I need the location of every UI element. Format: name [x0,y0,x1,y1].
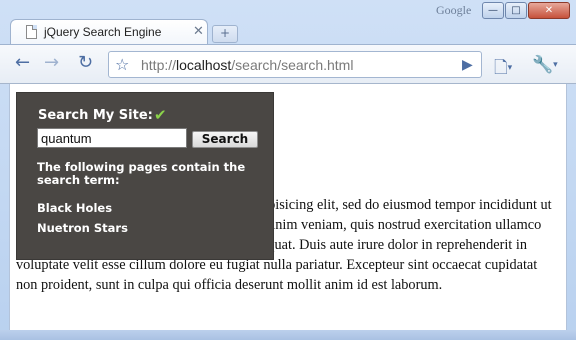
back-arrow-icon[interactable]: ← [15,53,30,73]
tab-close-icon[interactable]: ✕ [193,24,204,39]
maximize-button[interactable]: □ [505,2,527,19]
checkmark-icon: ✔ [154,106,167,124]
url-scheme: http:// [141,57,177,73]
wrench-icon[interactable]: 🔧▾ [532,55,558,75]
url-text[interactable]: http://localhost/search/search.html [141,57,353,73]
window-bottom-frame [0,330,576,340]
search-panel-title: Search My Site: [38,108,153,123]
url-path: /search/search.html [231,57,354,73]
close-window-button[interactable]: ✕ [528,2,570,19]
reload-icon[interactable]: ↻ [78,53,93,73]
result-link-nuetron-stars[interactable]: Nuetron Stars [37,221,128,235]
page-icon [26,25,37,39]
url-host: localhost [176,57,232,73]
search-button[interactable]: Search [192,131,258,148]
browser-window: Google — □ ✕ jQuery Search Engine ✕ + ← … [0,0,576,340]
star-icon[interactable]: ☆ [115,55,129,74]
address-bar[interactable]: ☆ http://localhost/search/search.html [108,51,482,78]
minimize-button[interactable]: — [482,2,504,19]
search-input[interactable] [37,128,187,148]
result-link-black-holes[interactable]: Black Holes [37,201,112,215]
search-panel: Search My Site: ✔ Search The following p… [16,92,274,260]
chevron-down-icon: ▾ [553,60,558,70]
page-menu-glyph: 🗋 [494,58,508,78]
tab-jquery-search-engine[interactable]: jQuery Search Engine ✕ [10,19,208,45]
wrench-glyph: 🔧 [532,55,554,75]
results-heading: The following pages contain the search t… [37,160,246,187]
chevron-down-icon: ▾ [507,63,513,73]
new-tab-button[interactable]: + [212,25,238,43]
tab-title: jQuery Search Engine [44,25,162,39]
go-icon[interactable]: ▶ [462,57,473,73]
page-menu-icon[interactable]: 🗋▾ [494,55,512,84]
brand-label: Google [436,3,472,17]
forward-arrow-icon[interactable]: → [44,53,59,73]
toolbar: ← → ↻ ☆ http://localhost/search/search.h… [0,44,576,84]
